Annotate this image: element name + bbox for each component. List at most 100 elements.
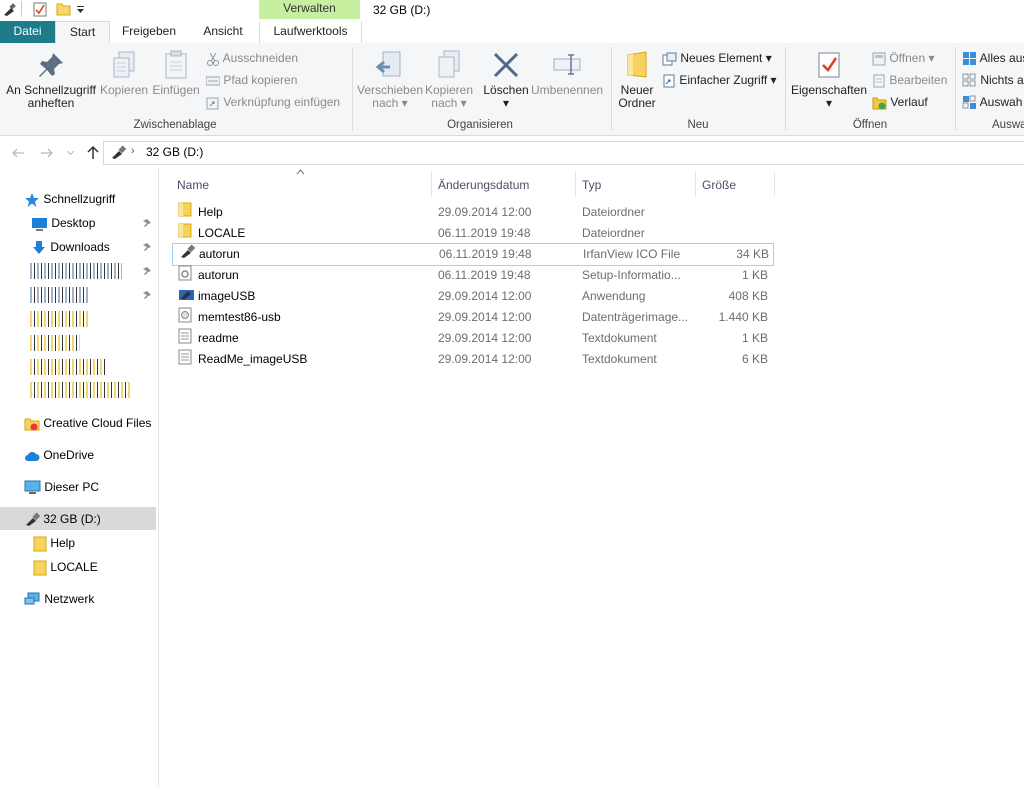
usb-drive-icon — [26, 512, 40, 527]
new-item-button[interactable]: Neues Element ▾ — [662, 49, 772, 67]
pin-icon[interactable] — [142, 290, 152, 301]
pin-icon[interactable] — [142, 266, 152, 277]
table-row[interactable]: Help 29.09.2014 12:00 Dateiordner — [172, 202, 772, 223]
settings-file-icon — [178, 265, 192, 288]
table-row[interactable]: autorun 06.11.2019 19:48 IrfanView ICO Fil… — [172, 243, 774, 266]
properties-icon[interactable] — [33, 2, 47, 17]
file-name: ReadMe_imageUSB — [198, 352, 308, 366]
nav-redacted-item[interactable] — [30, 287, 88, 303]
nav-creative-cloud[interactable]: Creative Cloud Files — [24, 412, 151, 434]
invert-selection-button[interactable]: Auswah — [962, 93, 1022, 111]
history-label: Verlauf — [890, 95, 928, 109]
pin-icon[interactable] — [142, 218, 152, 229]
nav-redacted-item[interactable] — [30, 382, 130, 398]
column-header-date[interactable]: Änderungsdatum — [438, 175, 529, 195]
nav-drive-child-label: LOCALE — [50, 560, 98, 574]
nav-network[interactable]: Netzwerk — [24, 588, 94, 610]
nav-drive-child-label: Help — [50, 536, 76, 550]
tab-freigeben[interactable]: Freigeben — [112, 21, 186, 43]
cut-button[interactable]: Ausschneiden — [206, 49, 298, 67]
new-item-icon — [662, 52, 677, 66]
nav-drive-d[interactable]: 32 GB (D:) — [24, 508, 101, 530]
back-arrow-icon[interactable] — [11, 147, 25, 159]
rename-label: Umbenennen — [531, 83, 604, 97]
up-arrow-icon[interactable] — [86, 145, 100, 160]
disk-image-icon — [178, 307, 192, 330]
file-date: 29.09.2014 12:00 — [438, 205, 532, 219]
properties-button[interactable]: Eigenschaften ▾ — [790, 49, 868, 110]
copy-to-icon — [438, 50, 460, 78]
scissors-icon — [207, 52, 219, 66]
easy-access-button[interactable]: Einfacher Zugriff ▾ — [662, 71, 777, 89]
file-name: Help — [198, 205, 223, 219]
nav-drive-child-locale[interactable]: LOCALE — [33, 556, 98, 578]
nav-redacted-item[interactable] — [30, 311, 90, 327]
tab-laufwerktools[interactable]: Laufwerktools — [259, 21, 362, 43]
folder-icon — [33, 536, 47, 552]
paste-shortcut-button[interactable]: Verknüpfung einfügen — [206, 93, 340, 111]
column-divider[interactable] — [695, 172, 696, 196]
copy-button[interactable]: Kopieren — [100, 49, 148, 97]
select-none-label: Nichts a — [980, 73, 1024, 87]
cut-label: Ausschneiden — [222, 51, 299, 65]
breadcrumb-separator-icon[interactable]: › — [131, 145, 135, 157]
new-folder-button[interactable]: Neuer Ordner — [615, 49, 659, 110]
history-button[interactable]: Verlauf — [872, 93, 928, 111]
nav-drive-label: 32 GB (D:) — [43, 512, 101, 526]
nav-redacted-item[interactable] — [30, 359, 105, 375]
ribbon-tabs: Datei Start Freigeben Ansicht Laufwerkto… — [0, 21, 1024, 44]
file-size: 1.440 KB — [718, 310, 768, 324]
nav-onedrive[interactable]: OneDrive — [24, 444, 94, 466]
column-divider[interactable] — [431, 172, 432, 196]
paste-button[interactable]: Einfügen — [150, 49, 202, 97]
column-divider[interactable] — [774, 172, 775, 196]
select-all-button[interactable]: Alles aus — [962, 49, 1024, 67]
column-header-name[interactable]: Name — [177, 175, 209, 195]
select-none-button[interactable]: Nichts a — [962, 71, 1024, 89]
drive-icon[interactable] — [2, 3, 16, 17]
copy-to-button[interactable]: Kopieren nach ▾ — [424, 49, 474, 110]
nav-this-pc[interactable]: Dieser PC — [24, 476, 99, 498]
pin-icon[interactable] — [142, 242, 152, 253]
rename-button[interactable]: Umbenennen — [531, 49, 603, 97]
folder-icon — [33, 560, 47, 576]
nav-downloads[interactable]: Downloads — [31, 236, 110, 258]
table-row[interactable]: imageUSB 29.09.2014 12:00 Anwendung 408 KB — [172, 286, 772, 307]
table-row[interactable]: LOCALE 06.11.2019 19:48 Dateiordner — [172, 223, 772, 244]
edit-button[interactable]: Bearbeiten — [872, 71, 947, 89]
copy-path-button[interactable]: Pfad kopieren — [206, 71, 297, 89]
tab-start[interactable]: Start — [55, 21, 110, 44]
nav-desktop[interactable]: Desktop — [31, 212, 95, 234]
file-type: Setup-Informatio... — [582, 268, 681, 282]
breadcrumb-drive[interactable]: 32 GB (D:) — [146, 145, 203, 159]
move-to-button[interactable]: Verschieben nach ▾ — [357, 49, 423, 110]
table-row[interactable]: readme 29.09.2014 12:00 Textdokument 1 KB — [172, 328, 772, 349]
nav-quick-access[interactable]: Schnellzugriff — [24, 188, 115, 210]
delete-button[interactable]: Löschen ▾ — [482, 49, 530, 110]
table-row[interactable]: autorun 06.11.2019 19:48 Setup-Informatio.… — [172, 265, 772, 286]
navigation-pane: Schnellzugriff Desktop Downloads Creativ… — [0, 168, 159, 787]
tab-ansicht[interactable]: Ansicht — [192, 21, 254, 43]
network-icon — [24, 592, 40, 605]
recent-locations-chevron-icon[interactable] — [66, 150, 75, 156]
file-date: 29.09.2014 12:00 — [438, 352, 532, 366]
tab-datei[interactable]: Datei — [0, 21, 55, 43]
pin-quick-access-button[interactable]: An Schnellzugriff anheften — [4, 49, 98, 110]
table-row[interactable]: ReadMe_imageUSB 29.09.2014 12:00 Textdokum… — [172, 349, 772, 370]
nav-redacted-item[interactable] — [30, 335, 80, 351]
column-header-size[interactable]: Größe — [702, 175, 736, 195]
sort-ascending-icon — [296, 169, 305, 175]
column-header-type[interactable]: Typ — [582, 175, 601, 195]
customize-toolbar-icon[interactable] — [76, 6, 85, 14]
nav-redacted-item[interactable] — [30, 263, 122, 279]
address-bar[interactable]: › 32 GB (D:) — [103, 141, 1024, 165]
column-divider[interactable] — [575, 172, 576, 196]
new-folder-icon[interactable] — [56, 2, 71, 16]
forward-arrow-icon[interactable] — [40, 147, 54, 159]
file-size: 1 KB — [741, 331, 768, 345]
table-row[interactable]: memtest86-usb 29.09.2014 12:00 Datenträger… — [172, 307, 772, 328]
open-label: Öffnen — [889, 51, 926, 65]
open-button[interactable]: Öffnen ▾ — [872, 49, 935, 67]
delete-x-icon — [493, 52, 519, 78]
nav-drive-child-help[interactable]: Help — [33, 532, 75, 554]
